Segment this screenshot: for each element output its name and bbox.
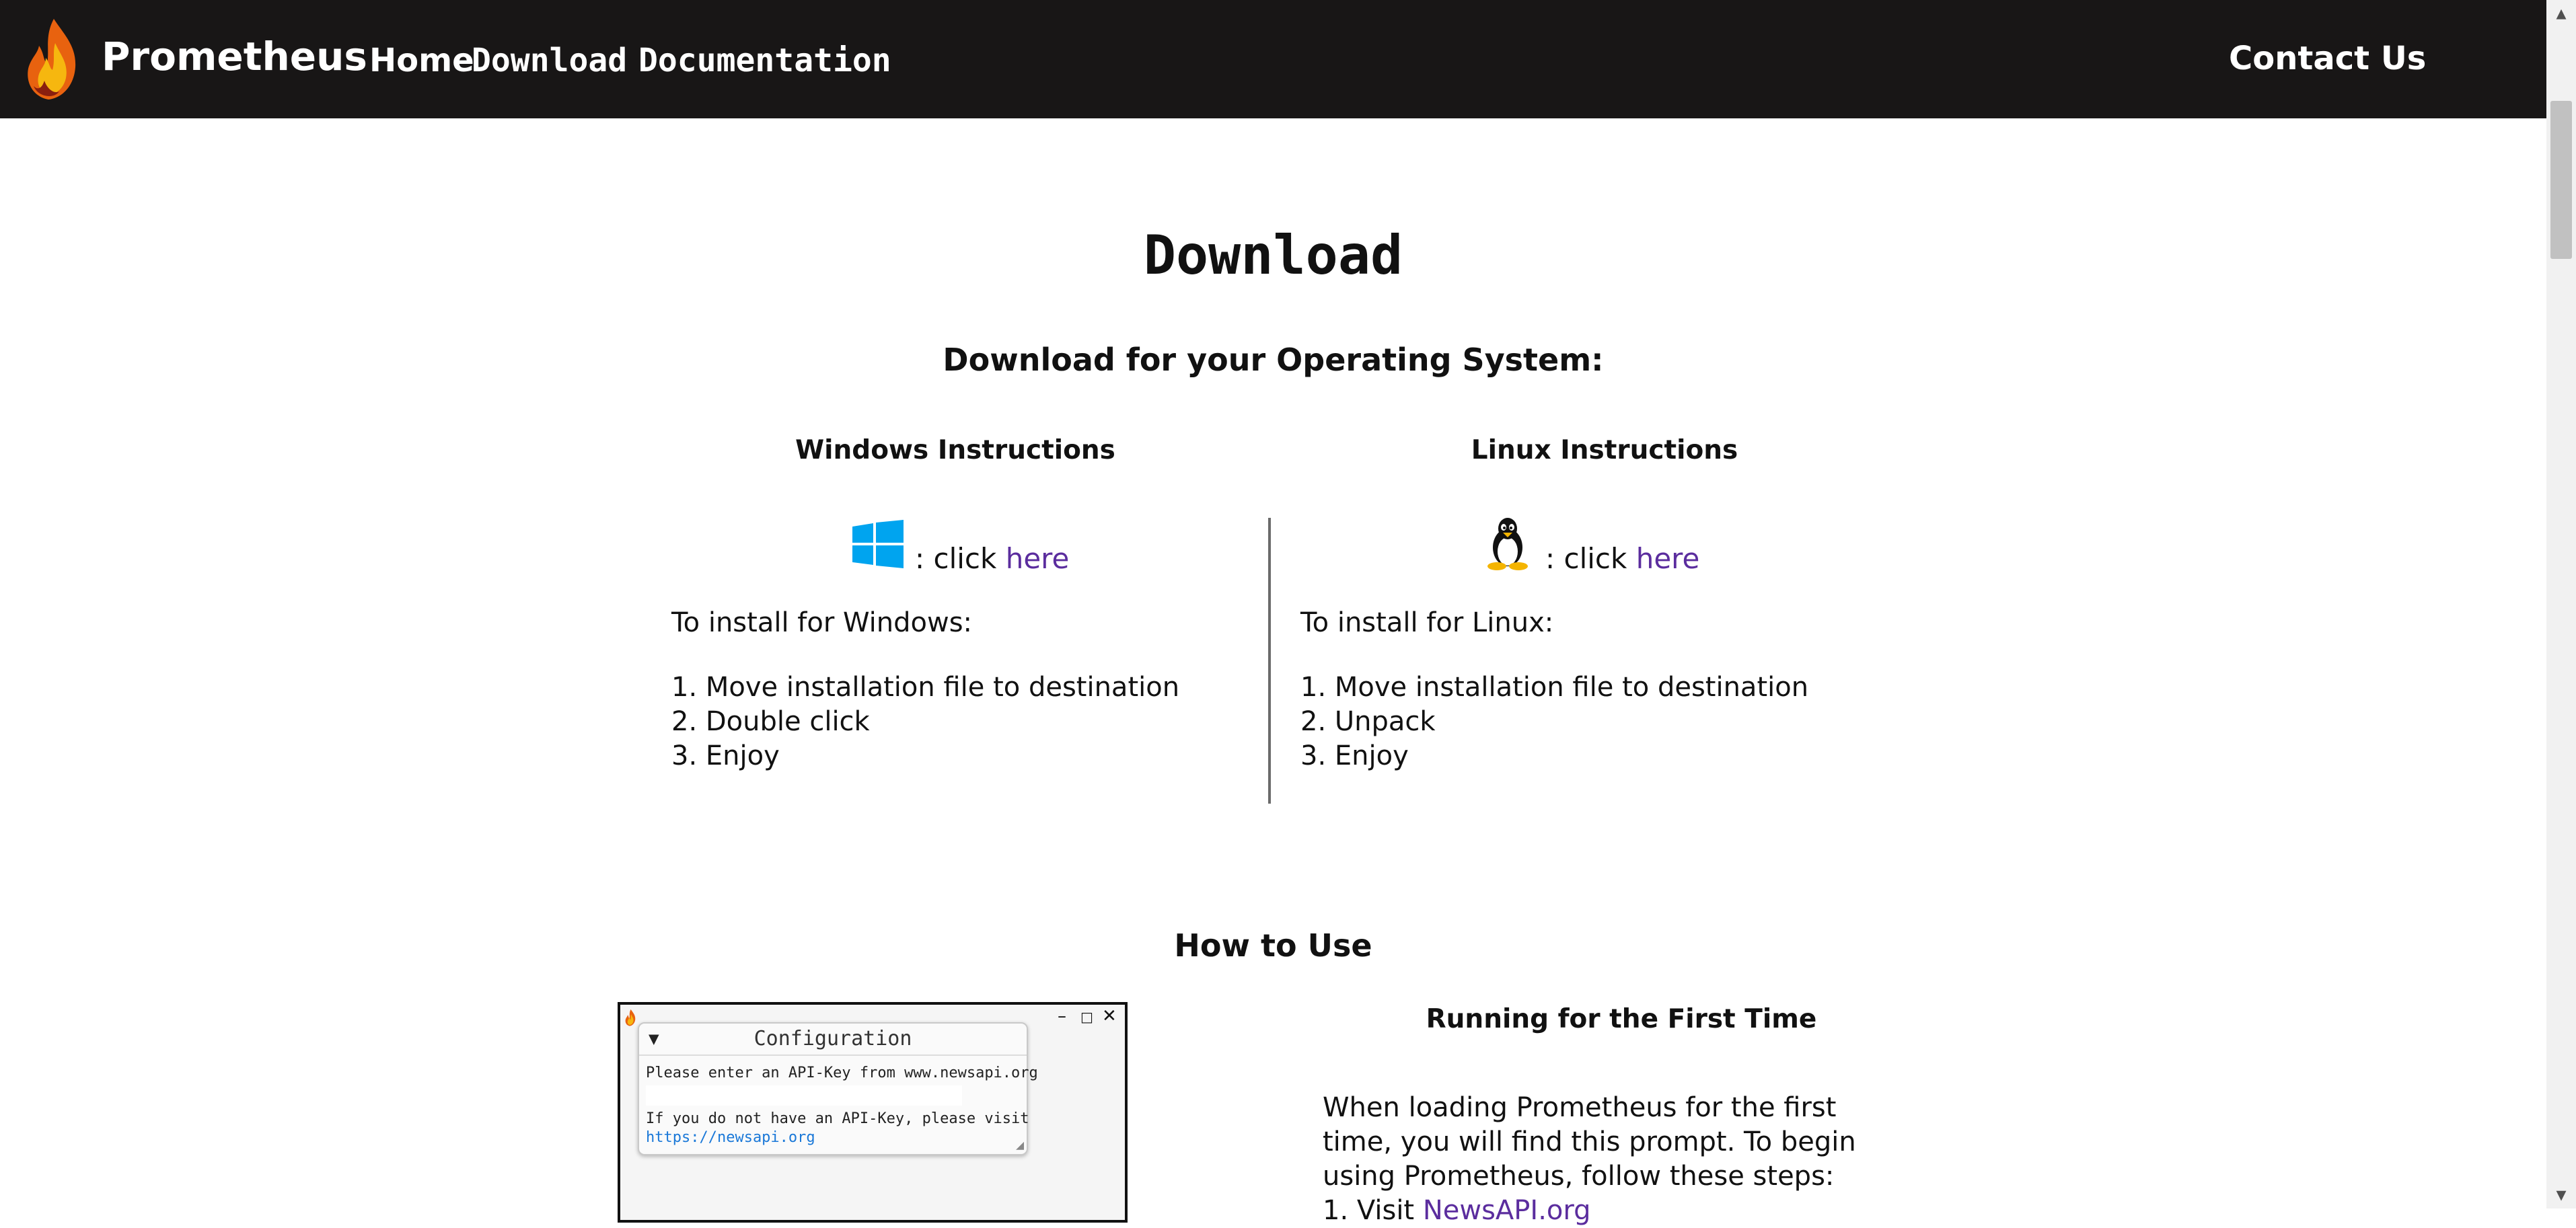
linux-download-link[interactable]: here <box>1636 542 1700 575</box>
linux-heading: Linux Instructions <box>1471 435 1738 465</box>
first-time-step: 1. Visit NewsAPI.org <box>1323 1194 1901 1228</box>
windows-click-prefix: : click <box>915 542 1006 575</box>
minimize-icon: – <box>1058 1006 1066 1026</box>
first-time-heading: Running for the First Time <box>1426 1004 1817 1034</box>
windows-step: 3. Enjoy <box>671 740 780 771</box>
windows-step: 2. Double click <box>671 706 870 737</box>
maximize-icon: □ <box>1080 1009 1093 1025</box>
dialog-newsapi-link: https://newsapi.org <box>646 1129 815 1146</box>
dialog-menu-triangle-icon: ▼ <box>649 1029 659 1049</box>
nav-contact-link[interactable]: Contact Us <box>2229 37 2426 80</box>
flame-logo-icon[interactable] <box>24 16 79 101</box>
windows-logo-icon <box>852 520 904 568</box>
scroll-down-arrow-icon[interactable]: ▾ <box>2546 1182 2576 1208</box>
newsapi-link[interactable]: NewsAPI.org <box>1423 1195 1591 1226</box>
close-icon: ✕ <box>1102 1006 1117 1026</box>
nav-download-link[interactable]: Download <box>472 39 627 82</box>
column-divider <box>1268 518 1271 804</box>
dialog-title: Configuration <box>639 1024 1027 1056</box>
first-time-instructions: When loading Prometheus for the first ti… <box>1323 1091 1901 1228</box>
windows-download-line: : click here <box>915 540 1069 578</box>
resize-grip-icon: ◢ <box>1015 1137 1024 1153</box>
nav-home-link[interactable]: Home <box>369 39 474 82</box>
windows-instructions: To install for Windows: 1. Move installa… <box>671 606 1179 773</box>
linux-download-line: : click here <box>1545 540 1699 578</box>
linux-click-prefix: : click <box>1545 542 1636 575</box>
windows-heading: Windows Instructions <box>795 435 1115 465</box>
linux-instructions: To install for Linux: 1. Move installati… <box>1300 606 1808 773</box>
scroll-thumb[interactable] <box>2550 101 2572 259</box>
first-time-text: When loading Prometheus for the first ti… <box>1323 1092 1856 1192</box>
configuration-screenshot: – □ ✕ Configuration ▼ Please enter an AP… <box>618 1002 1128 1223</box>
windows-step: 1. Move installation file to destination <box>671 672 1180 703</box>
linux-step: 1. Move installation file to destination <box>1300 672 1809 703</box>
api-key-input <box>646 1085 962 1106</box>
dialog-prompt-text: Please enter an API-Key from www.newsapi… <box>646 1065 1038 1081</box>
linux-intro: To install for Linux: <box>1300 607 1554 638</box>
configuration-dialog: Configuration ▼ Please enter an API-Key … <box>638 1022 1038 1155</box>
linux-step: 3. Enjoy <box>1300 740 1409 771</box>
linux-step: 2. Unpack <box>1300 706 1436 737</box>
tux-penguin-icon <box>1487 518 1528 570</box>
windows-download-link[interactable]: here <box>1006 542 1070 575</box>
navbar: Prometheus Home Download Documentation C… <box>0 0 2546 118</box>
scroll-up-arrow-icon[interactable]: ▴ <box>2546 0 2576 27</box>
flame-logo-icon <box>625 1009 636 1026</box>
windows-intro: To install for Windows: <box>671 607 973 638</box>
page-title: Download <box>1143 224 1403 286</box>
vertical-scrollbar[interactable]: ▴ ▾ <box>2546 0 2576 1208</box>
brand-name[interactable]: Prometheus <box>102 32 367 81</box>
nav-documentation-link[interactable]: Documentation <box>638 39 891 82</box>
os-section-heading: Download for your Operating System: <box>943 342 1604 378</box>
dialog-help-text: If you do not have an API-Key, please vi… <box>646 1110 1029 1127</box>
step-prefix: 1. Visit <box>1323 1195 1423 1226</box>
how-to-use-heading: How to Use <box>1174 927 1372 964</box>
